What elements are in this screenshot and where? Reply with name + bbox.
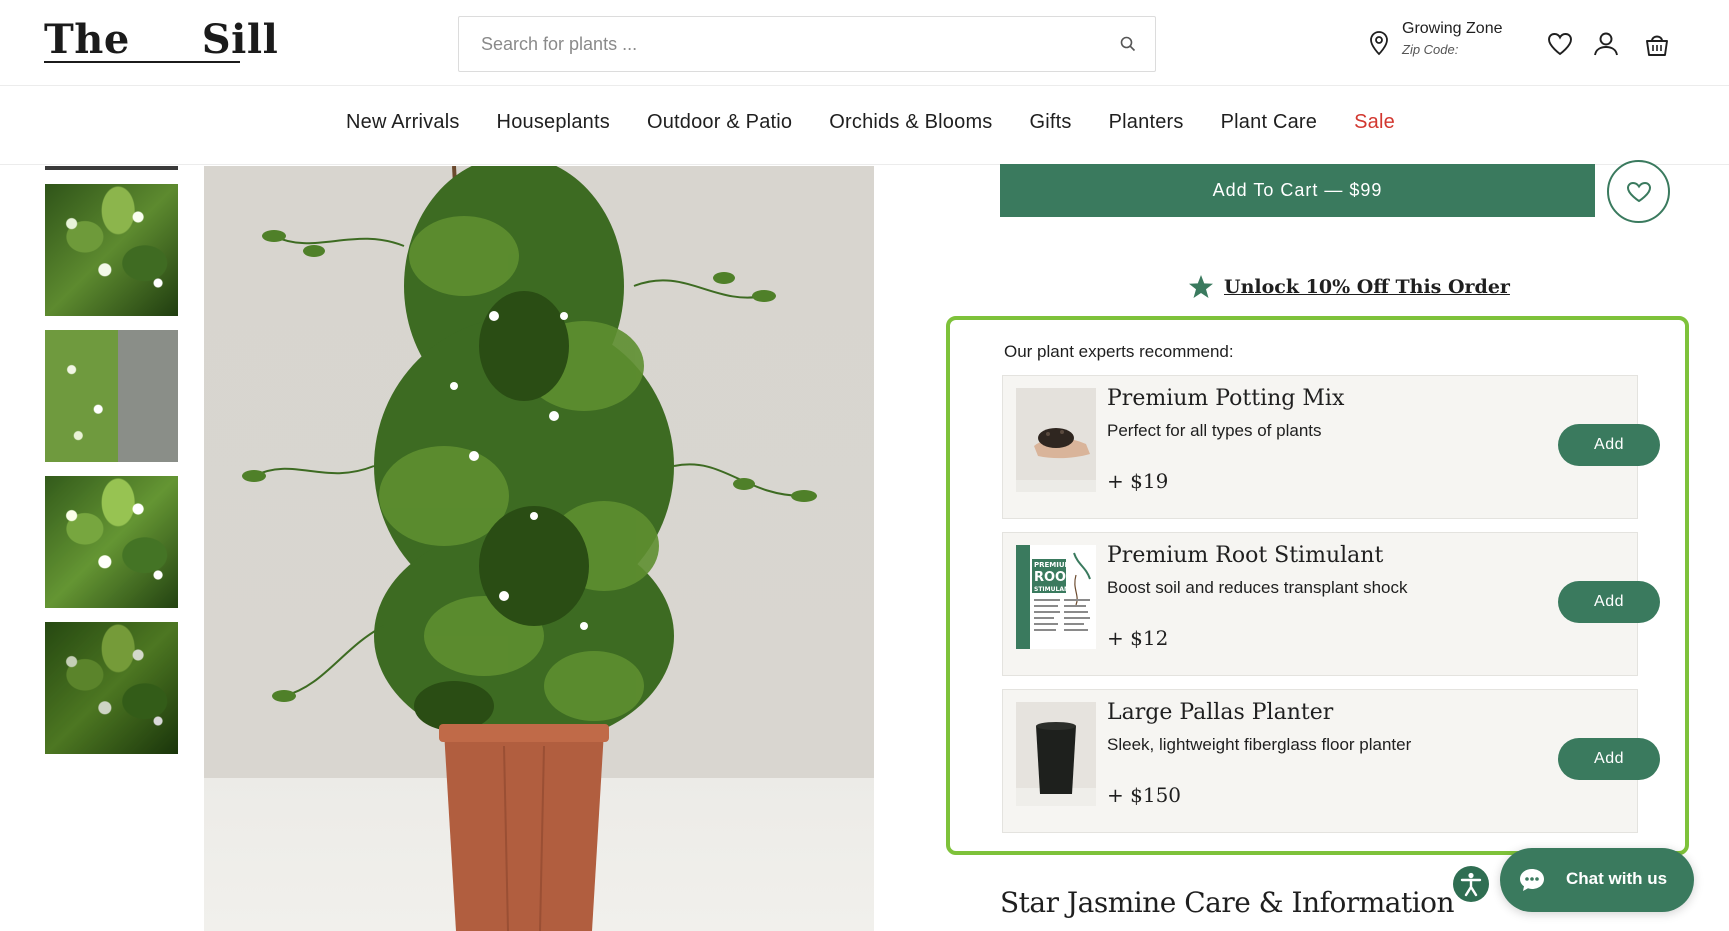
unlock-discount-link[interactable]: Unlock 10% Off This Order bbox=[1188, 274, 1510, 300]
star-icon bbox=[1189, 275, 1213, 298]
chat-bubble-icon bbox=[1520, 869, 1544, 891]
main-nav: New Arrivals Houseplants Outdoor & Patio… bbox=[0, 87, 1729, 165]
product-thumbnail[interactable] bbox=[45, 622, 178, 754]
chat-button[interactable]: Chat with us bbox=[1500, 848, 1694, 912]
product-main-image[interactable] bbox=[204, 166, 874, 931]
recommendations-title: Our plant experts recommend: bbox=[1004, 342, 1234, 361]
wishlist-button[interactable] bbox=[1607, 160, 1670, 223]
recommendation-name: Premium Root Stimulant bbox=[1107, 543, 1384, 568]
recommendation-card: PREMIUM ROOT STIMULANT Premium Root Stim… bbox=[1002, 532, 1660, 676]
logo[interactable]: The Sill bbox=[44, 14, 278, 64]
add-potting-mix-button[interactable]: Add bbox=[1558, 424, 1660, 466]
nav-sale[interactable]: Sale bbox=[1354, 111, 1395, 134]
heart-icon bbox=[1626, 181, 1652, 203]
recommendation-card: Premium Potting Mix Perfect for all type… bbox=[1002, 375, 1660, 519]
nav-gifts[interactable]: Gifts bbox=[1030, 111, 1072, 134]
star-jasmine-plant-illustration bbox=[242, 166, 817, 931]
recommendation-name: Large Pallas Planter bbox=[1107, 700, 1334, 725]
search-bar bbox=[458, 16, 1156, 72]
pallas-planter-image bbox=[1016, 702, 1096, 806]
add-pallas-planter-button[interactable]: Add bbox=[1558, 738, 1660, 780]
recommendation-description: Sleek, lightweight fiberglass floor plan… bbox=[1107, 735, 1412, 754]
nav-new-arrivals[interactable]: New Arrivals bbox=[346, 111, 460, 134]
accessibility-button[interactable] bbox=[1453, 866, 1489, 902]
nav-houseplants[interactable]: Houseplants bbox=[497, 111, 610, 134]
nav-orchids-blooms[interactable]: Orchids & Blooms bbox=[829, 111, 992, 134]
nav-planters[interactable]: Planters bbox=[1109, 111, 1184, 134]
location-pin-icon bbox=[1370, 31, 1388, 56]
cart-icon[interactable] bbox=[1643, 30, 1671, 58]
recommendation-name: Premium Potting Mix bbox=[1107, 386, 1345, 411]
nav-plant-care[interactable]: Plant Care bbox=[1221, 111, 1318, 134]
site-header: The Sill Growing Zone Zip Code: bbox=[0, 0, 1729, 86]
nav-outdoor-patio[interactable]: Outdoor & Patio bbox=[647, 111, 792, 134]
recommendation-card: Large Pallas Planter Sleek, lightweight … bbox=[1002, 689, 1660, 833]
logo-underline bbox=[44, 61, 240, 63]
recommendation-price: + $150 bbox=[1107, 783, 1182, 807]
search-input[interactable] bbox=[481, 17, 1081, 71]
unlock-discount-label: Unlock 10% Off This Order bbox=[1224, 276, 1510, 298]
add-root-stimulant-button[interactable]: Add bbox=[1558, 581, 1660, 623]
recommendations-panel: Our plant experts recommend: Premium Pot… bbox=[946, 316, 1689, 855]
potting-mix-image bbox=[1016, 388, 1096, 492]
root-stimulant-image: PREMIUM ROOT STIMULANT bbox=[1016, 545, 1096, 649]
recommendation-description: Boost soil and reduces transplant shock bbox=[1107, 578, 1408, 597]
svg-text:ROOT: ROOT bbox=[1034, 570, 1075, 585]
product-thumbnail[interactable] bbox=[45, 476, 178, 608]
recommendation-price: + $19 bbox=[1107, 469, 1169, 493]
chat-label: Chat with us bbox=[1566, 869, 1668, 888]
recommendation-price: + $12 bbox=[1107, 626, 1169, 650]
product-thumbnail[interactable] bbox=[45, 330, 178, 462]
thumbnail-active-indicator bbox=[45, 166, 178, 170]
logo-word-the: The bbox=[44, 16, 130, 63]
logo-word-sill: Sill bbox=[201, 16, 279, 63]
growing-zone-title: Growing Zone bbox=[1402, 20, 1503, 37]
recommendation-description: Perfect for all types of plants bbox=[1107, 421, 1322, 440]
zip-code-label: Zip Code: bbox=[1402, 42, 1459, 57]
heart-icon[interactable] bbox=[1546, 30, 1574, 58]
user-icon[interactable] bbox=[1592, 30, 1620, 58]
search-icon[interactable] bbox=[1119, 35, 1137, 53]
product-thumbnail[interactable] bbox=[45, 184, 178, 316]
accessibility-icon bbox=[1460, 872, 1482, 897]
care-section-title: Star Jasmine Care & Information bbox=[1000, 886, 1455, 919]
svg-text:STIMULANT: STIMULANT bbox=[1034, 586, 1074, 593]
add-to-cart-button[interactable]: Add To Cart — $99 bbox=[1000, 164, 1595, 217]
svg-text:PREMIUM: PREMIUM bbox=[1034, 561, 1072, 569]
